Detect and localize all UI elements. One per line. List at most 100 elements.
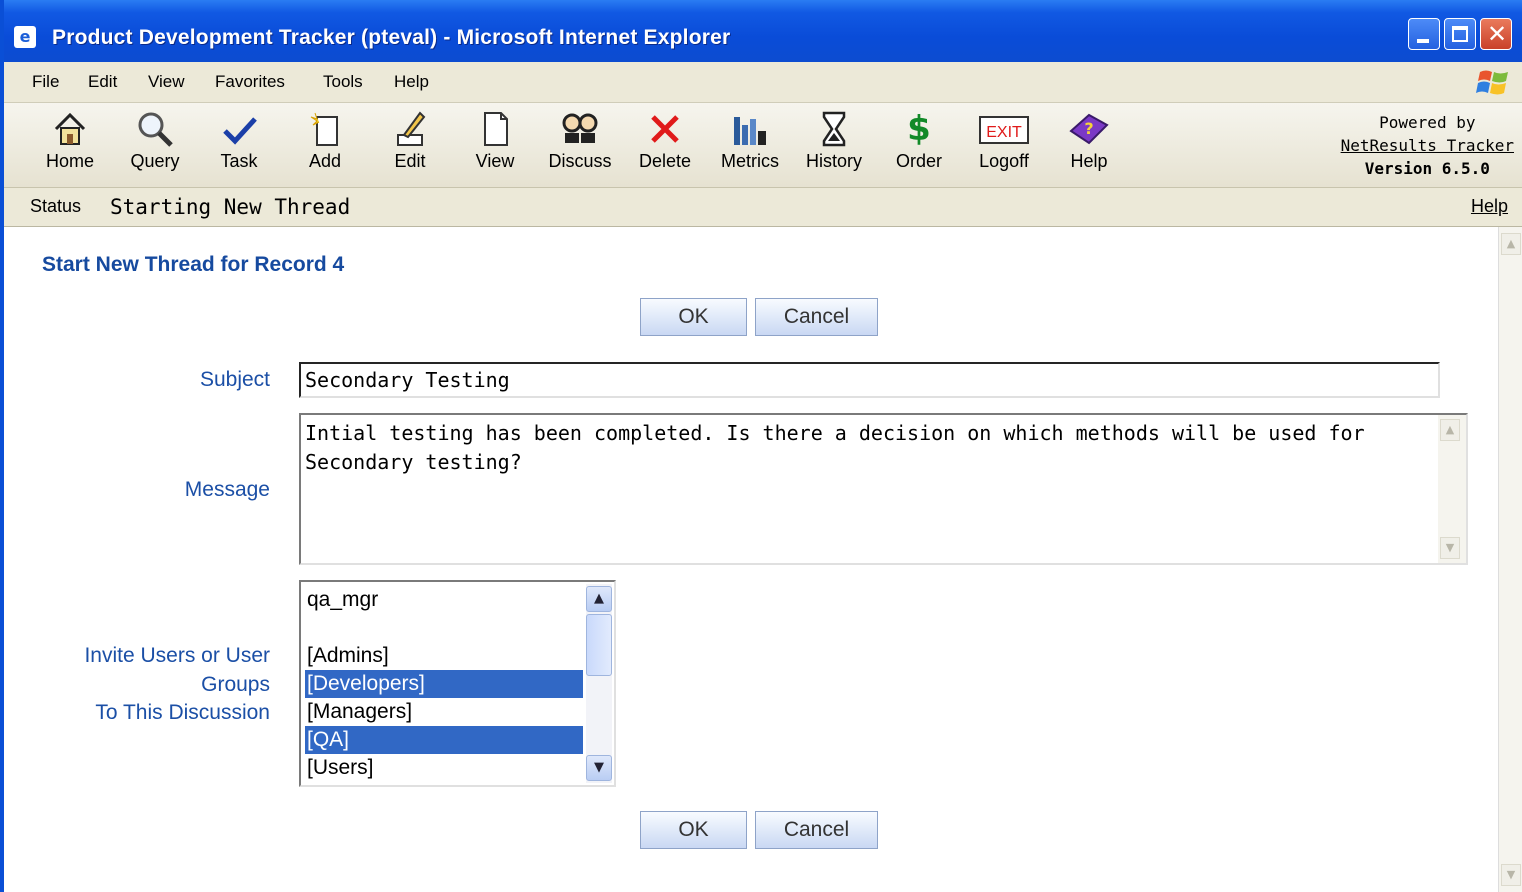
ie-logo-icon: e bbox=[14, 26, 36, 48]
invite-label-line2: Groups bbox=[201, 672, 270, 696]
list-item[interactable]: [QA] bbox=[305, 726, 583, 754]
list-item[interactable]: [Admins] bbox=[305, 642, 583, 670]
scroll-down-icon[interactable]: ▼ bbox=[1501, 864, 1521, 886]
invite-listbox[interactable]: qa_mgr [Admins] [Developers] [Managers] … bbox=[299, 580, 616, 787]
message-label: Message bbox=[184, 478, 270, 501]
invite-label: Invite Users or User Groups To This Disc… bbox=[24, 642, 270, 728]
menu-file[interactable]: File bbox=[32, 72, 59, 92]
toolbar-discuss-label: Discuss bbox=[548, 151, 612, 171]
toolbar-task-label: Task bbox=[220, 151, 258, 171]
chevron-down-icon[interactable]: ▼ bbox=[586, 755, 612, 781]
exit-sign-icon: EXIT bbox=[979, 116, 1029, 144]
scroll-up-icon[interactable]: ▲ bbox=[1501, 233, 1521, 255]
minimize-icon bbox=[1417, 39, 1429, 43]
help-book-icon: ? bbox=[1069, 113, 1109, 145]
powered-by-text: Powered by bbox=[1379, 113, 1476, 132]
toolbar: Home Query Task Add Edit View Discuss De… bbox=[4, 103, 1522, 188]
toolbar-view-label: View bbox=[475, 151, 515, 171]
toolbar-edit-label: Edit bbox=[394, 151, 426, 171]
toolbar-history-button[interactable]: History bbox=[794, 109, 874, 181]
toolbar-home-label: Home bbox=[45, 151, 94, 171]
window-title: Product Development Tracker (pteval) - M… bbox=[52, 26, 731, 49]
toolbar-order-label: Order bbox=[895, 151, 942, 171]
maximize-icon bbox=[1452, 26, 1468, 42]
title-bar[interactable]: e Product Development Tracker (pteval) -… bbox=[4, 0, 1522, 62]
minimize-button[interactable] bbox=[1408, 18, 1440, 50]
dollar-icon: $ bbox=[907, 109, 931, 149]
invite-label-line3: To This Discussion bbox=[95, 701, 270, 724]
hourglass-icon bbox=[822, 111, 846, 147]
toolbar-delete-button[interactable]: Delete bbox=[625, 109, 705, 181]
toolbar-metrics-button[interactable]: Metrics bbox=[710, 109, 790, 181]
checkmark-icon bbox=[223, 117, 257, 145]
toolbar-help-label: Help bbox=[1070, 151, 1108, 171]
message-scrollbar[interactable]: ▲ ▼ bbox=[1438, 415, 1466, 563]
list-item[interactable]: qa_mgr bbox=[305, 586, 583, 614]
menu-tools[interactable]: Tools bbox=[323, 72, 363, 92]
menu-view[interactable]: View bbox=[148, 72, 185, 92]
svg-text:EXIT: EXIT bbox=[986, 124, 1022, 141]
listbox-scrollbar[interactable]: ▲ ▼ bbox=[586, 584, 612, 783]
toolbar-help-button[interactable]: ? Help bbox=[1049, 109, 1129, 181]
new-document-icon bbox=[310, 112, 338, 146]
close-button[interactable]: ✕ bbox=[1480, 18, 1512, 50]
message-textarea[interactable]: Intial testing has been completed. Is th… bbox=[299, 413, 1468, 565]
netresults-link[interactable]: NetResults Tracker bbox=[1341, 136, 1514, 155]
toolbar-view-button[interactable]: View bbox=[455, 109, 535, 181]
maximize-button[interactable] bbox=[1444, 18, 1476, 50]
svg-text:?: ? bbox=[1084, 119, 1093, 138]
menu-favorites[interactable]: Favorites bbox=[215, 72, 285, 92]
home-icon bbox=[54, 112, 86, 145]
magnifier-icon bbox=[138, 112, 173, 147]
toolbar-add-button[interactable]: Add bbox=[285, 109, 365, 181]
toolbar-logoff-button[interactable]: EXIT Logoff bbox=[964, 109, 1044, 181]
powered-by: Powered by NetResults Tracker Version 6.… bbox=[1341, 111, 1514, 180]
scroll-up-icon[interactable]: ▲ bbox=[1440, 419, 1460, 441]
toolbar-query-button[interactable]: Query bbox=[115, 109, 195, 181]
list-item[interactable]: [Users] bbox=[305, 754, 583, 782]
status-text: Starting New Thread bbox=[110, 195, 351, 219]
toolbar-discuss-button[interactable]: Discuss bbox=[540, 109, 620, 181]
browser-window: e Product Development Tracker (pteval) -… bbox=[0, 0, 1522, 892]
toolbar-edit-button[interactable]: Edit bbox=[370, 109, 450, 181]
status-label: Status bbox=[30, 196, 82, 216]
chevron-up-icon[interactable]: ▲ bbox=[586, 586, 612, 612]
toolbar-logoff-label: Logoff bbox=[979, 151, 1029, 171]
toolbar-task-button[interactable]: Task bbox=[199, 109, 279, 181]
list-item[interactable]: [Managers] bbox=[305, 698, 583, 726]
toolbar-order-button[interactable]: $ Order bbox=[879, 109, 959, 181]
page-scrollbar[interactable]: ▲ ▼ bbox=[1498, 227, 1522, 892]
bar-chart-icon bbox=[734, 117, 766, 145]
status-help-link[interactable]: Help bbox=[1471, 196, 1508, 217]
cancel-button-top[interactable]: Cancel bbox=[755, 298, 878, 336]
subject-input[interactable]: Secondary Testing bbox=[299, 362, 1440, 398]
menu-bar: File Edit View Favorites Tools Help bbox=[4, 62, 1522, 103]
windows-flag-icon bbox=[1476, 70, 1508, 95]
people-icon bbox=[562, 113, 598, 143]
menu-edit[interactable]: Edit bbox=[88, 72, 117, 92]
ok-button-top[interactable]: OK bbox=[640, 298, 747, 336]
toolbar-delete-label: Delete bbox=[638, 151, 692, 171]
list-item[interactable] bbox=[305, 614, 583, 642]
red-x-icon bbox=[651, 115, 679, 143]
scroll-down-icon[interactable]: ▼ bbox=[1440, 537, 1460, 559]
status-bar: Status Starting New Thread Help bbox=[4, 188, 1522, 227]
message-text: Intial testing has been completed. Is th… bbox=[305, 421, 1365, 474]
subject-label: Subject bbox=[199, 368, 270, 391]
main-content: Start New Thread for Record 4 OK Cancel … bbox=[4, 227, 1498, 892]
document-icon bbox=[484, 112, 508, 146]
list-item[interactable]: [Developers] bbox=[305, 670, 583, 698]
cancel-button-bottom[interactable]: Cancel bbox=[755, 811, 878, 849]
toolbar-home-button[interactable]: Home bbox=[30, 109, 110, 181]
version-text: Version 6.5.0 bbox=[1364, 159, 1490, 178]
toolbar-metrics-label: Metrics bbox=[721, 151, 779, 171]
menu-help[interactable]: Help bbox=[394, 72, 429, 92]
toolbar-query-label: Query bbox=[130, 151, 180, 171]
toolbar-history-label: History bbox=[805, 151, 862, 171]
invite-label-line1: Invite Users or User bbox=[84, 644, 270, 667]
scroll-thumb[interactable] bbox=[586, 614, 612, 676]
pencil-icon bbox=[397, 111, 426, 146]
page-title: Start New Thread for Record 4 bbox=[42, 253, 345, 276]
toolbar-add-label: Add bbox=[308, 151, 342, 171]
ok-button-bottom[interactable]: OK bbox=[640, 811, 747, 849]
